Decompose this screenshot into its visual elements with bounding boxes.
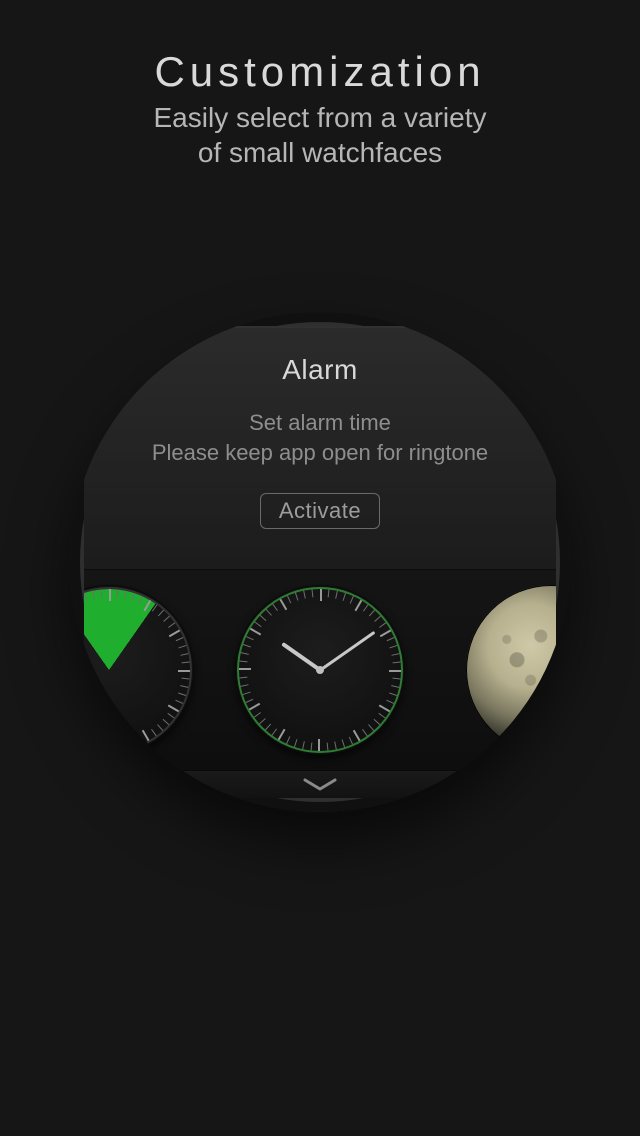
tick-mark [239, 668, 251, 670]
subtitle-line-2: of small watchfaces [198, 137, 442, 168]
alarm-message-line-2: Please keep app open for ringtone [152, 440, 488, 465]
watch-preview: Alarm Set alarm time Please keep app ope… [70, 312, 570, 812]
watchface-option-wedge[interactable] [84, 585, 194, 755]
watchface-option-analog[interactable] [235, 585, 405, 755]
expand-handle[interactable] [84, 770, 556, 798]
watchface-carousel[interactable] [84, 570, 556, 770]
alarm-message-line-1: Set alarm time [249, 410, 391, 435]
activate-button[interactable]: Activate [260, 493, 380, 529]
alarm-panel: Alarm Set alarm time Please keep app ope… [84, 326, 556, 570]
clock-pivot [316, 666, 324, 674]
chevron-down-icon [303, 778, 337, 792]
watchface-option-moon[interactable] [466, 585, 556, 755]
page-title: Customization [0, 48, 640, 96]
subtitle-line-1: Easily select from a variety [154, 102, 487, 133]
tick-mark [389, 670, 401, 672]
tick-mark [318, 739, 320, 751]
tick-mark [320, 589, 322, 601]
moon-icon [466, 585, 556, 755]
alarm-title: Alarm [84, 354, 556, 386]
alarm-message: Set alarm time Please keep app open for … [84, 408, 556, 467]
page-subtitle: Easily select from a variety of small wa… [0, 100, 640, 170]
